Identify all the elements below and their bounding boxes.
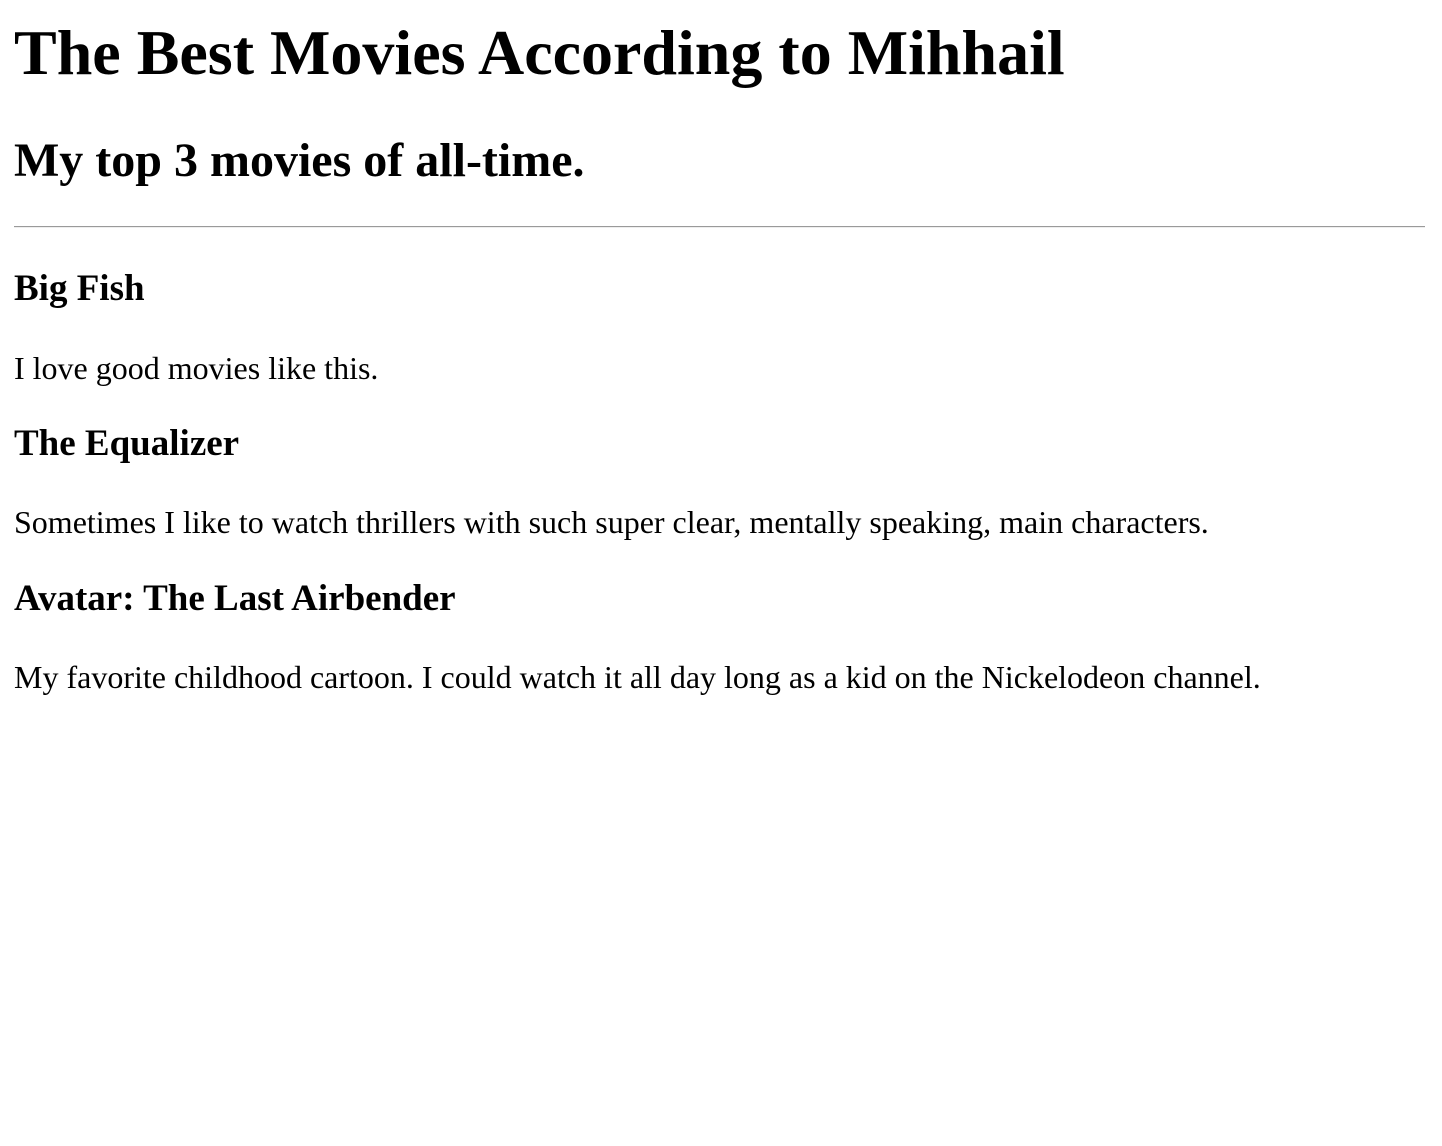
movie-description-the-equalizer: Sometimes I like to watch thrillers with…	[14, 504, 1209, 540]
movie-title-avatar: Avatar: The Last Airbender	[14, 578, 456, 619]
movie-title-the-equalizer: The Equalizer	[14, 423, 240, 464]
page-subtitle: My top 3 movies of all-time.	[14, 134, 585, 187]
movie-description-big-fish: I love good movies like this.	[14, 350, 379, 386]
divider	[14, 226, 1425, 228]
movie-description-avatar: My favorite childhood cartoon. I could w…	[14, 659, 1261, 695]
page: The Best Movies According to Mihhail My …	[0, 0, 1442, 1146]
movie-title-big-fish: Big Fish	[14, 268, 145, 309]
page-title: The Best Movies According to Mihhail	[14, 17, 1065, 88]
